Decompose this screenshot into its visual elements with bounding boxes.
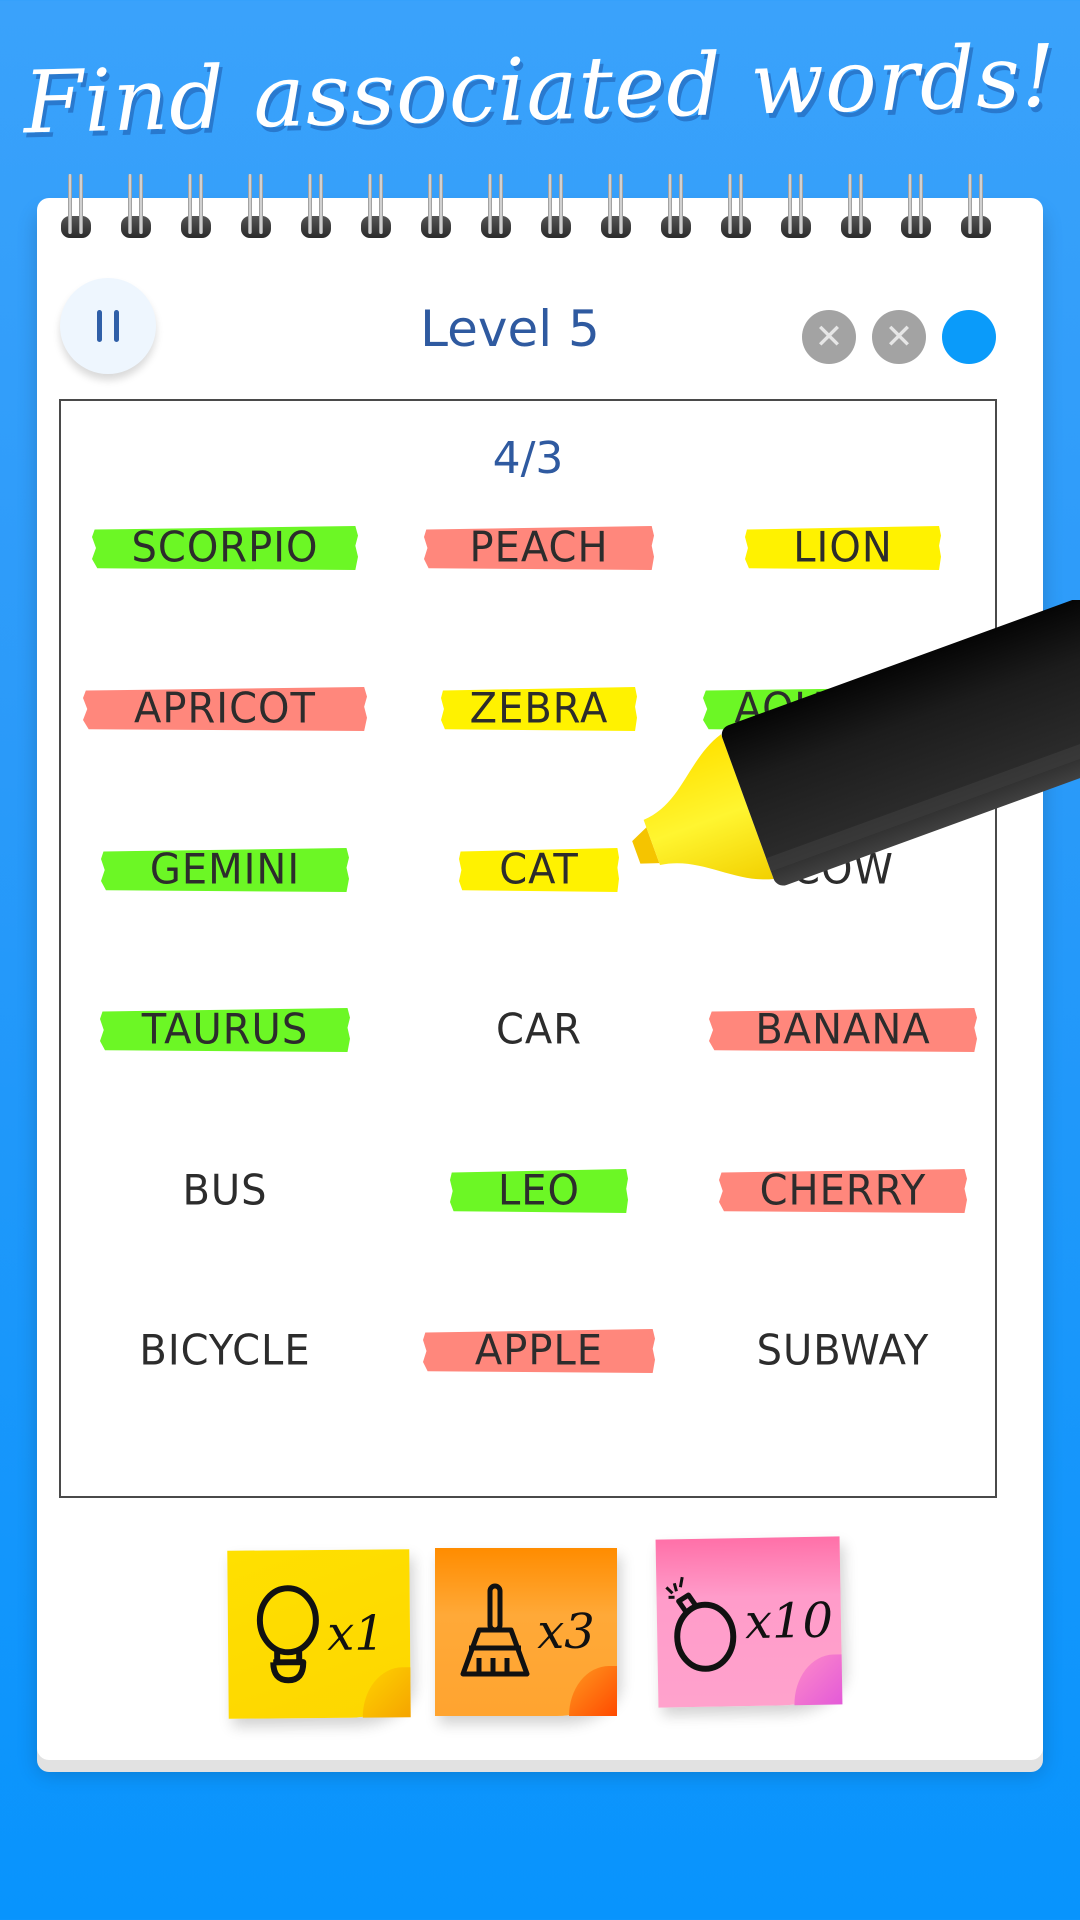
word-label: BANANA bbox=[755, 1005, 931, 1055]
word-label: TAURUS bbox=[141, 1005, 309, 1055]
word-tile[interactable]: BANANA bbox=[709, 1008, 977, 1052]
spiral-ring bbox=[959, 174, 993, 238]
spiral-ring bbox=[419, 174, 453, 238]
word-tile[interactable]: CAR bbox=[479, 1005, 599, 1055]
booster-hint-button[interactable]: x1 bbox=[227, 1549, 411, 1719]
word-tile[interactable]: APRICOT bbox=[83, 687, 367, 731]
word-label: SUBWAY bbox=[756, 1326, 930, 1376]
spiral-binding bbox=[37, 174, 1043, 244]
life-remaining-dot-icon bbox=[942, 310, 996, 364]
word-tile[interactable]: AQUARIUS bbox=[703, 687, 983, 731]
progress-counter: 4/3 bbox=[492, 433, 564, 484]
word-tile[interactable]: CHERRY bbox=[719, 1169, 967, 1213]
spiral-ring bbox=[599, 174, 633, 238]
pause-icon bbox=[97, 310, 119, 342]
spiral-ring bbox=[479, 174, 513, 238]
spiral-ring bbox=[239, 174, 273, 238]
bomb-count: x10 bbox=[744, 1592, 834, 1651]
word-label: APRICOT bbox=[134, 684, 316, 734]
spiral-ring bbox=[539, 174, 573, 238]
word-tile[interactable]: SUBWAY bbox=[748, 1326, 938, 1376]
spiral-ring bbox=[119, 174, 153, 238]
word-label: CAR bbox=[495, 1005, 583, 1055]
word-label: AQUARIUS bbox=[734, 684, 952, 734]
lives-indicator: ✕ ✕ bbox=[802, 310, 996, 364]
word-label: GEMINI bbox=[149, 845, 301, 895]
spiral-ring bbox=[299, 174, 333, 238]
spiral-ring bbox=[899, 174, 933, 238]
word-label: COW bbox=[792, 845, 894, 895]
word-tile[interactable]: CAT bbox=[459, 848, 619, 892]
word-tile[interactable]: BUS bbox=[170, 1166, 280, 1216]
word-board: 4/3 SCORPIO PEACH LION APRICOT ZEBRA AQUARIUS… bbox=[59, 399, 997, 1498]
booster-bomb-button[interactable]: x10 bbox=[655, 1536, 843, 1708]
word-label: APPLE bbox=[474, 1326, 604, 1376]
word-label: CAT bbox=[499, 845, 579, 895]
word-tile[interactable]: BICYCLE bbox=[125, 1326, 325, 1376]
spiral-ring bbox=[719, 174, 753, 238]
word-tile[interactable]: COW bbox=[768, 845, 918, 895]
spiral-ring bbox=[179, 174, 213, 238]
spiral-ring bbox=[659, 174, 693, 238]
word-tile[interactable]: LION bbox=[745, 526, 941, 570]
word-label: SCORPIO bbox=[131, 523, 319, 573]
broom-count: x3 bbox=[537, 1604, 595, 1660]
word-label: BUS bbox=[182, 1166, 268, 1216]
headline: Find associated words! bbox=[22, 26, 1058, 154]
word-label: PEACH bbox=[469, 523, 609, 573]
life-lost-x-icon: ✕ bbox=[872, 310, 926, 364]
word-tile[interactable]: APPLE bbox=[423, 1329, 655, 1373]
bomb-icon bbox=[665, 1576, 737, 1672]
word-tile[interactable]: PEACH bbox=[424, 526, 654, 570]
spiral-ring bbox=[359, 174, 393, 238]
word-tile[interactable]: TAURUS bbox=[100, 1008, 350, 1052]
spiral-ring bbox=[779, 174, 813, 238]
pause-button[interactable] bbox=[60, 278, 156, 374]
level-title: Level 5 bbox=[420, 300, 600, 358]
hint-count: x1 bbox=[326, 1605, 386, 1662]
life-lost-x-icon: ✕ bbox=[802, 310, 856, 364]
word-tile[interactable]: SCORPIO bbox=[92, 526, 358, 570]
word-label: LEO bbox=[497, 1166, 581, 1216]
word-label: BICYCLE bbox=[139, 1326, 311, 1376]
word-tile[interactable]: GEMINI bbox=[101, 848, 349, 892]
booster-broom-button[interactable]: x3 bbox=[435, 1548, 617, 1716]
word-tile[interactable]: ZEBRA bbox=[441, 687, 637, 731]
broom-icon bbox=[460, 1583, 530, 1677]
word-label: LION bbox=[793, 523, 893, 573]
spiral-ring bbox=[59, 174, 93, 238]
spiral-ring bbox=[839, 174, 873, 238]
word-label: ZEBRA bbox=[469, 684, 609, 734]
lightbulb-icon bbox=[257, 1585, 320, 1684]
word-tile[interactable]: LEO bbox=[450, 1169, 628, 1213]
word-label: CHERRY bbox=[759, 1166, 927, 1216]
